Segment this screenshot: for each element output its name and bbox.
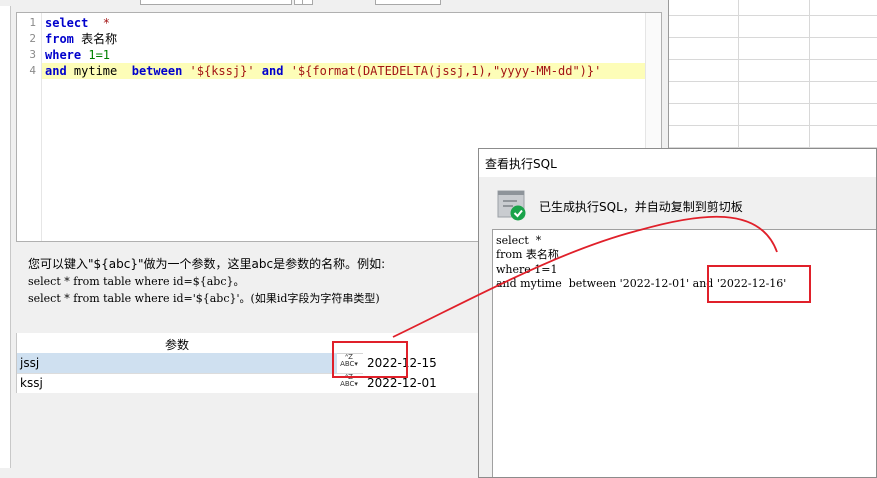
annotation-arrow (392, 215, 778, 338)
